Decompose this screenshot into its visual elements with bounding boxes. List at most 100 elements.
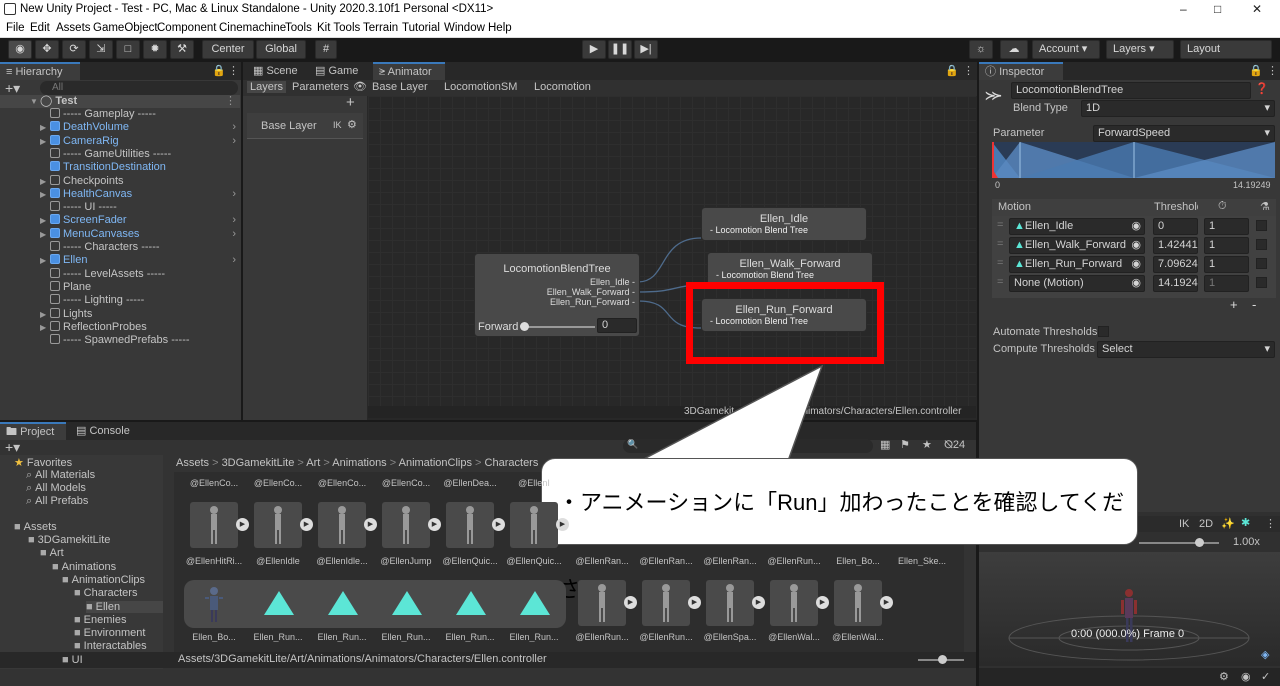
motion-field[interactable]: ▲Ellen_Walk_Forward ◉	[1009, 237, 1145, 254]
expand-arrow-icon[interactable]: ▶	[40, 121, 50, 134]
open-prefab-chevron-icon[interactable]: ›	[232, 188, 236, 201]
project-folder[interactable]: ■ Interactables	[74, 640, 147, 652]
icon-size-slider[interactable]	[918, 655, 964, 664]
help-icon[interactable]: ❓	[1255, 82, 1269, 95]
move-tool-button[interactable]: ✥	[35, 40, 59, 59]
open-prefab-chevron-icon[interactable]: ›	[232, 135, 236, 148]
expand-arrow-icon[interactable]: ▶	[40, 228, 50, 241]
open-prefab-chevron-icon[interactable]: ›	[232, 228, 236, 241]
motion-row[interactable]: = ▲Ellen_Walk_Forward ◉ 1.42441 1	[995, 236, 1270, 255]
animator-lock-icon[interactable]: 🔒	[945, 64, 959, 77]
play-preview-icon[interactable]: ▶	[300, 518, 313, 531]
motion-field[interactable]: ▲Ellen_Run_Forward ◉	[1009, 256, 1145, 273]
play-preview-icon[interactable]: ▶	[364, 518, 377, 531]
favorite-star-icon[interactable]: ★	[922, 438, 932, 451]
animation-clip-thumbnail[interactable]	[318, 502, 366, 548]
base-layer-item[interactable]: Base Layer IK ⚙	[247, 113, 363, 139]
favorite-item[interactable]: ⌕ All Prefabs	[26, 495, 88, 508]
animator-menu-icon[interactable]: ⋮	[963, 64, 974, 77]
inspector-menu-icon[interactable]: ⋮	[1267, 64, 1278, 77]
motion-field[interactable]: ▲Ellen_Idle ◉	[1009, 218, 1145, 235]
asset-label[interactable]: Ellen_Bo...	[182, 632, 246, 642]
project-folder[interactable]: ■ AnimationClips	[62, 574, 145, 586]
hierarchy-item[interactable]: Plane	[0, 280, 240, 294]
asset-label[interactable]: @EllenQuic...	[438, 556, 502, 566]
asset-label[interactable]: @EllenDea...	[438, 478, 502, 488]
add-motion-button[interactable]: +	[1230, 297, 1238, 312]
tab-hierarchy[interactable]: ≡ Hierarchy	[0, 62, 80, 80]
drag-handle-icon[interactable]: =	[997, 257, 1003, 269]
layer-settings-icon[interactable]: ⚙	[347, 118, 357, 131]
mirror-checkbox[interactable]	[1256, 220, 1267, 231]
asset-label[interactable]: @EllenCo...	[374, 478, 438, 488]
speed-field[interactable]: 1	[1204, 218, 1249, 235]
object-picker-icon[interactable]: ◉	[1131, 276, 1141, 291]
tab-layers[interactable]: Layers	[247, 81, 287, 93]
object-picker-icon[interactable]: ◉	[1131, 219, 1141, 234]
favorite-item[interactable]: ⌕ All Models	[26, 482, 86, 495]
layers-dropdown[interactable]: Layers ▾	[1106, 40, 1174, 59]
hierarchy-item[interactable]: ----- SpawnedPrefabs -----	[0, 334, 240, 347]
menu-edit[interactable]: Edit	[30, 22, 50, 34]
blend-tree-asset-icon[interactable]	[456, 591, 486, 615]
create-asset-button[interactable]: +▾	[5, 439, 20, 456]
asset-label[interactable]: Ellen_Run...	[438, 632, 502, 642]
speed-field[interactable]: 1	[1204, 237, 1249, 254]
play-preview-icon[interactable]: ▶	[752, 596, 765, 609]
eye-icon[interactable]: 👁	[353, 80, 367, 93]
project-folder[interactable]: ■ Animations	[52, 561, 116, 573]
blend-tree-node[interactable]: LocomotionBlendTree Ellen_Idle - Ellen_W…	[474, 253, 640, 337]
asset-label[interactable]: @EllenSpa...	[698, 632, 762, 642]
lock-icon[interactable]: 🔒	[212, 64, 226, 77]
project-breadcrumb-item[interactable]: 3DGamekitLite	[222, 457, 295, 469]
tab-console[interactable]: ▤ Console	[70, 422, 136, 440]
pivot-center-button[interactable]: Center	[202, 40, 254, 59]
drag-handle-icon[interactable]: =	[997, 276, 1003, 288]
drag-handle-icon[interactable]: =	[997, 219, 1003, 231]
transform-tool-button[interactable]: ✹	[143, 40, 167, 59]
blend-tree-name-field[interactable]: LocomotionBlendTree	[1011, 82, 1251, 99]
hierarchy-item[interactable]: ----- Gameplay -----	[0, 108, 240, 121]
breadcrumb-locomotion[interactable]: Locomotion	[534, 81, 591, 93]
hierarchy-item[interactable]: ▶ MenuCanvases ›	[0, 227, 240, 241]
kebab-menu-icon[interactable]: ⋮	[228, 64, 239, 77]
project-breadcrumb-item[interactable]: Art	[306, 457, 320, 469]
project-breadcrumb-item[interactable]: Characters	[485, 457, 539, 469]
motion-row[interactable]: = None (Motion) ◉ 14.1924 1	[995, 274, 1270, 293]
hierarchy-item[interactable]: ▶ HealthCanvas ›	[0, 187, 240, 201]
asset-label[interactable]: @EllenQuic...	[502, 556, 566, 566]
asset-label[interactable]: @EllenRun...	[762, 556, 826, 566]
asset-label[interactable]: @EllenWal...	[762, 632, 826, 642]
animation-clip-thumbnail[interactable]	[642, 580, 690, 626]
play-preview-icon[interactable]: ▶	[688, 596, 701, 609]
drag-handle-icon[interactable]: =	[997, 238, 1003, 250]
scene-menu-icon[interactable]: ⋮	[225, 95, 236, 108]
pivot-icon[interactable]: ✨	[1221, 517, 1235, 530]
blend-tree-asset-icon[interactable]	[520, 591, 550, 615]
pause-button[interactable]: ❚❚	[608, 40, 632, 59]
open-prefab-chevron-icon[interactable]: ›	[232, 254, 236, 267]
tab-animator[interactable]: ⪭ Animator	[373, 62, 445, 80]
hierarchy-item[interactable]: ----- Characters -----	[0, 241, 240, 254]
asset-label[interactable]: Ellen_Bo...	[826, 556, 890, 566]
asset-label[interactable]: @EllenRan...	[698, 556, 762, 566]
mirror-checkbox[interactable]	[1256, 277, 1267, 288]
asset-label[interactable]: @EllenCo...	[246, 478, 310, 488]
forward-value-field[interactable]: 0	[597, 318, 637, 333]
layout-dropdown[interactable]: Layout	[1180, 40, 1272, 59]
automate-thresholds-checkbox[interactable]	[1098, 326, 1109, 337]
animation-clip-thumbnail[interactable]	[706, 580, 754, 626]
view-tool-button[interactable]: ◉	[8, 40, 32, 59]
play-preview-icon[interactable]: ▶	[624, 596, 637, 609]
blend-tree-asset-icon[interactable]	[328, 591, 358, 615]
hierarchy-search-input[interactable]: All	[40, 81, 238, 95]
rotate-tool-button[interactable]: ⟳	[62, 40, 86, 59]
tab-project[interactable]: 🖿 Project	[0, 422, 66, 440]
menu-window[interactable]: Window	[444, 22, 485, 34]
menu-gameobject[interactable]: GameObject	[93, 22, 158, 34]
project-folder[interactable]: ■ 3DGamekitLite	[28, 534, 110, 546]
hierarchy-item[interactable]: ▶ Checkpoints	[0, 174, 240, 188]
asset-label[interactable]: @EllenJump	[374, 556, 438, 566]
minimize-icon[interactable]: –	[1180, 2, 1187, 16]
expand-arrow-icon[interactable]: ▶	[40, 321, 50, 334]
